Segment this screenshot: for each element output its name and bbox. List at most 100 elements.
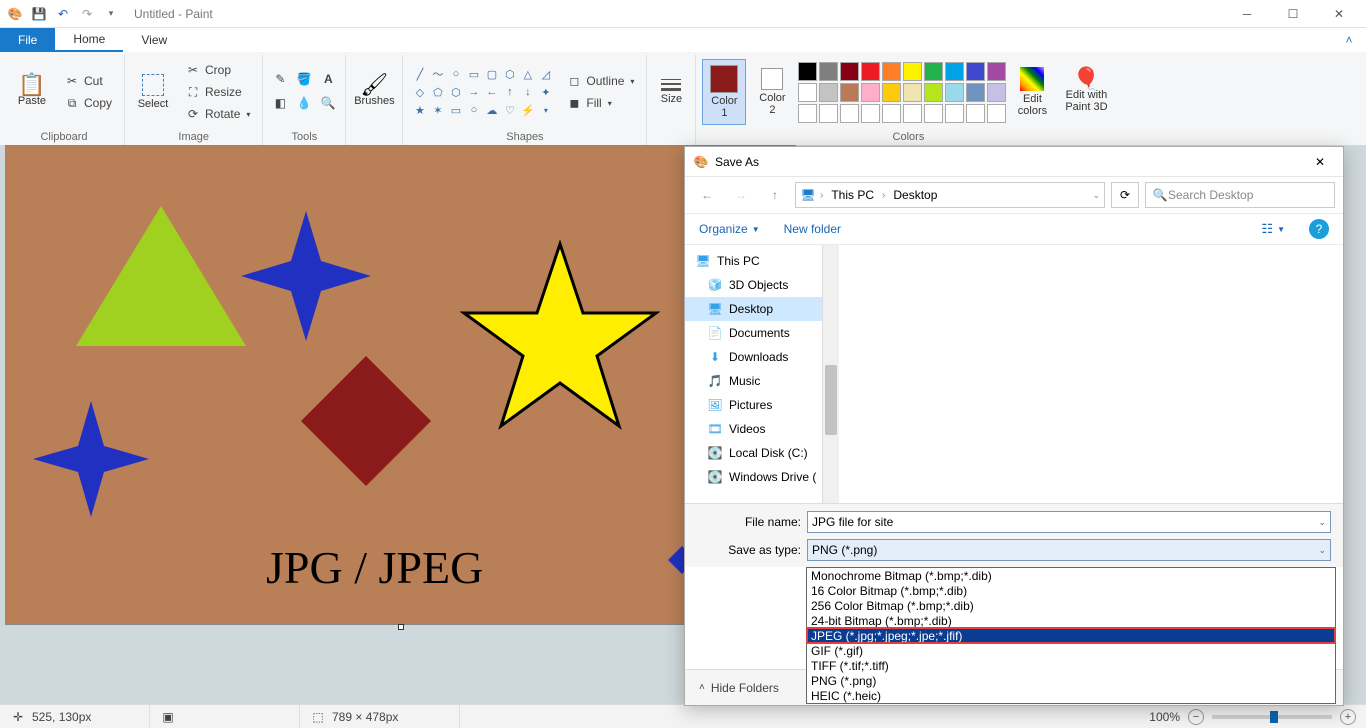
palette-swatch[interactable] xyxy=(840,104,859,123)
shape-tri[interactable]: △ xyxy=(519,66,536,83)
palette-swatch[interactable] xyxy=(798,62,817,81)
tab-home[interactable]: Home xyxy=(55,28,123,52)
crumb-desktop[interactable]: Desktop xyxy=(889,185,941,205)
palette-swatch[interactable] xyxy=(819,104,838,123)
undo-icon[interactable]: ↶ xyxy=(52,3,74,25)
type-option[interactable]: 24-bit Bitmap (*.bmp;*.dib) xyxy=(807,613,1335,628)
collapse-ribbon-button[interactable]: ˄ xyxy=(1332,28,1366,52)
type-option[interactable]: Monochrome Bitmap (*.bmp;*.dib) xyxy=(807,568,1335,583)
shape-righttri[interactable]: ◿ xyxy=(537,66,554,83)
shape-6star[interactable]: ✶ xyxy=(429,102,446,119)
palette-swatch[interactable] xyxy=(798,83,817,102)
shape-pentagon[interactable]: ⬠ xyxy=(429,84,446,101)
shape-calloval[interactable]: ○ xyxy=(465,102,482,119)
tree-item[interactable]: 🖼Pictures xyxy=(685,393,838,417)
shape-diamond[interactable]: ◇ xyxy=(411,84,428,101)
shape-arrowu[interactable]: ↑ xyxy=(501,84,518,101)
color1-button[interactable]: Color 1 xyxy=(702,59,746,125)
pencil-tool[interactable]: ✎ xyxy=(269,69,291,89)
canvas[interactable]: JPG / JPEG xyxy=(6,146,795,624)
shape-curve[interactable]: 〜 xyxy=(429,66,446,83)
shape-bolt[interactable]: ⚡ xyxy=(519,102,536,119)
copy-button[interactable]: ⧉Copy xyxy=(58,93,118,113)
palette-swatch[interactable] xyxy=(819,83,838,102)
palette-swatch[interactable] xyxy=(882,104,901,123)
address-bar[interactable]: 🖥 › This PC › Desktop ⌄ xyxy=(795,182,1105,208)
type-option[interactable]: 256 Color Bitmap (*.bmp;*.dib) xyxy=(807,598,1335,613)
shape-arrowl[interactable]: ← xyxy=(483,84,500,101)
eraser-tool[interactable]: ◧ xyxy=(269,93,291,113)
tree-item[interactable]: 💽Windows Drive ( xyxy=(685,465,838,489)
dialog-close-button[interactable]: ✕ xyxy=(1305,150,1335,174)
brushes-button[interactable]: 🖌 Brushes xyxy=(352,59,396,125)
palette-swatch[interactable] xyxy=(861,104,880,123)
close-button[interactable]: ✕ xyxy=(1316,0,1362,28)
edit-colors-button[interactable]: Edit colors xyxy=(1010,59,1054,125)
shapes-gallery[interactable]: ╱〜○▭▢⬡△◿ ◇⬠⬡→←↑↓✦ ★✶▭○☁♡⚡▾ xyxy=(409,64,556,121)
zoom-in-button[interactable]: + xyxy=(1340,709,1356,725)
resize-button[interactable]: ⛶Resize xyxy=(179,82,256,102)
addr-dropdown-icon[interactable]: ⌄ xyxy=(1092,190,1100,201)
nav-forward-button[interactable]: → xyxy=(727,181,755,209)
palette-swatch[interactable] xyxy=(987,62,1006,81)
tree-scrollbar[interactable] xyxy=(822,245,838,503)
minimize-button[interactable]: ─ xyxy=(1224,0,1270,28)
save-icon[interactable]: 💾 xyxy=(28,3,50,25)
type-option[interactable]: JPEG (*.jpg;*.jpeg;*.jpe;*.jfif) xyxy=(807,628,1335,643)
palette-swatch[interactable] xyxy=(924,62,943,81)
type-option[interactable]: 16 Color Bitmap (*.bmp;*.dib) xyxy=(807,583,1335,598)
palette-swatch[interactable] xyxy=(966,62,985,81)
palette-swatch[interactable] xyxy=(861,83,880,102)
shape-heart[interactable]: ♡ xyxy=(501,102,518,119)
zoom-slider[interactable] xyxy=(1212,715,1332,719)
fill-tool[interactable]: 🪣 xyxy=(293,69,315,89)
resize-handle-bottom[interactable] xyxy=(398,624,404,630)
zoom-slider-thumb[interactable] xyxy=(1270,711,1278,723)
tab-view[interactable]: View xyxy=(123,28,185,52)
shape-oval[interactable]: ○ xyxy=(447,66,464,83)
type-option[interactable]: TIFF (*.tif;*.tiff) xyxy=(807,658,1335,673)
palette-swatch[interactable] xyxy=(798,104,817,123)
zoom-out-button[interactable]: − xyxy=(1188,709,1204,725)
crumb-this-pc[interactable]: This PC xyxy=(827,185,878,205)
text-tool[interactable]: A xyxy=(317,69,339,89)
magnifier-tool[interactable]: 🔍 xyxy=(317,93,339,113)
palette-swatch[interactable] xyxy=(819,62,838,81)
outline-button[interactable]: ◻Outline▾ xyxy=(560,71,640,91)
hide-folders-button[interactable]: ˄Hide Folders xyxy=(699,681,779,695)
refresh-button[interactable]: ⟳ xyxy=(1111,182,1139,208)
tree-item[interactable]: 🎞Videos xyxy=(685,417,838,441)
palette-swatch[interactable] xyxy=(882,62,901,81)
paint3d-button[interactable]: 🎈 Edit with Paint 3D xyxy=(1058,59,1114,125)
organize-button[interactable]: Organize▼ xyxy=(699,222,760,236)
color-palette[interactable] xyxy=(798,62,1006,123)
help-icon[interactable]: ? xyxy=(1309,219,1329,239)
app-icon[interactable]: 🎨 xyxy=(4,3,26,25)
palette-swatch[interactable] xyxy=(840,83,859,102)
type-option[interactable]: HEIC (*.heic) xyxy=(807,688,1335,703)
shape-4star[interactable]: ✦ xyxy=(537,84,554,101)
palette-swatch[interactable] xyxy=(903,62,922,81)
view-button[interactable]: ☷▼ xyxy=(1261,221,1285,237)
tree-item[interactable]: 🖥Desktop xyxy=(685,297,838,321)
fill-option-button[interactable]: ◼Fill▾ xyxy=(560,93,640,113)
redo-icon[interactable]: ↷ xyxy=(76,3,98,25)
maximize-button[interactable]: ☐ xyxy=(1270,0,1316,28)
palette-swatch[interactable] xyxy=(840,62,859,81)
palette-swatch[interactable] xyxy=(945,62,964,81)
tree-item[interactable]: 🖥This PC xyxy=(685,249,838,273)
tree-item[interactable]: 📄Documents xyxy=(685,321,838,345)
palette-swatch[interactable] xyxy=(924,83,943,102)
select-button[interactable]: Select xyxy=(131,59,175,125)
paste-button[interactable]: 📋 Paste xyxy=(10,59,54,125)
shape-callcloud[interactable]: ☁ xyxy=(483,102,500,119)
size-button[interactable]: Size xyxy=(653,59,689,125)
palette-swatch[interactable] xyxy=(987,104,1006,123)
tree-item[interactable]: 🎵Music xyxy=(685,369,838,393)
file-list[interactable] xyxy=(839,245,1343,503)
tree-item[interactable]: 🧊3D Objects xyxy=(685,273,838,297)
cut-button[interactable]: ✂Cut xyxy=(58,71,118,91)
shape-5star[interactable]: ★ xyxy=(411,102,428,119)
tab-file[interactable]: File xyxy=(0,28,55,52)
shape-line[interactable]: ╱ xyxy=(411,66,428,83)
